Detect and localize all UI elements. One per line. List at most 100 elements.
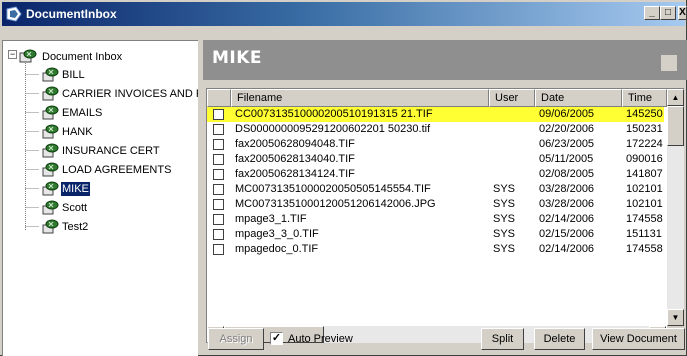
cell-filename: CC007313510000200510191315 21.TIF xyxy=(235,108,433,120)
folder-node-icon xyxy=(42,86,59,101)
cell-time: 150231 xyxy=(626,123,663,135)
folder-node-icon xyxy=(42,67,59,82)
tree-item-label: CARRIER INVOICES AND FREIGHT xyxy=(62,88,198,100)
folder-node-icon xyxy=(42,200,59,215)
cell-user: SYS xyxy=(493,243,516,255)
scroll-up-button[interactable]: ▲ xyxy=(667,89,684,106)
cell-date: 03/28/2006 xyxy=(539,198,595,210)
vertical-scrollbar[interactable]: ▲ ▼ xyxy=(667,89,684,326)
minimize-button[interactable]: _ xyxy=(644,6,660,20)
tree-item-label: HANK xyxy=(62,126,93,138)
row-checkbox[interactable] xyxy=(213,154,224,165)
cell-filename: fax20050628134040.TIF xyxy=(235,153,355,165)
window-title: DocumentInbox xyxy=(26,7,117,21)
auto-preview-checkbox[interactable]: ✓ xyxy=(270,332,283,345)
row-checkbox[interactable] xyxy=(213,139,224,150)
column-header-filename[interactable]: Filename xyxy=(231,89,489,107)
cell-time: 174558 xyxy=(626,243,663,255)
cell-time: 141807 xyxy=(626,168,663,180)
folder-tree[interactable]: − Document Inbox BILL CARRIER INVOICES A… xyxy=(2,40,198,356)
cell-time: 090016 xyxy=(626,153,663,165)
cell-filename: mpage3_1.TIF xyxy=(235,213,307,225)
tree-item-label: MIKE xyxy=(61,182,90,196)
file-row[interactable]: fax20050628094048.TIF 06/23/2005 172224 xyxy=(207,137,664,152)
row-checkbox[interactable] xyxy=(213,109,224,120)
cell-time: 145250 xyxy=(626,108,663,120)
cell-date: 09/06/2005 xyxy=(539,108,595,120)
column-header-time[interactable]: Time xyxy=(622,89,667,107)
row-checkbox[interactable] xyxy=(213,244,224,255)
auto-preview-label: Auto Preview xyxy=(288,333,353,345)
folder-node-icon xyxy=(42,219,59,234)
row-checkbox[interactable] xyxy=(213,124,224,135)
cell-time: 151131 xyxy=(626,228,662,240)
tree-item-label: Test2 xyxy=(62,221,89,233)
split-button[interactable]: Split xyxy=(481,328,524,350)
cell-filename: MC00731351000120051206142006.JPG xyxy=(235,198,436,210)
file-row[interactable]: mpage3_1.TIF SYS 02/14/2006 174558 xyxy=(207,212,664,227)
cell-date: 03/28/2006 xyxy=(539,183,595,195)
file-row[interactable]: mpagedoc_0.TIF SYS 02/14/2006 174558 xyxy=(207,242,664,257)
file-row[interactable]: DS0000000095291200602201 50230.tif 02/20/… xyxy=(207,122,664,137)
cell-date: 02/08/2005 xyxy=(539,168,595,180)
cell-date: 02/14/2006 xyxy=(539,243,595,255)
row-checkbox[interactable] xyxy=(213,229,224,240)
tree-item-label: BILL xyxy=(62,69,85,81)
cell-time: 102101 xyxy=(626,198,663,210)
cell-filename: mpage3_3_0.TIF xyxy=(235,228,319,240)
file-row[interactable]: fax20050628134040.TIF 05/11/2005 090016 xyxy=(207,152,664,167)
column-header-check[interactable] xyxy=(207,89,231,107)
vertical-scroll-thumb[interactable] xyxy=(667,106,684,146)
tree-item-label: Scott xyxy=(62,202,88,214)
cell-user: SYS xyxy=(493,228,516,240)
row-checkbox[interactable] xyxy=(213,169,224,180)
tree-item-label: EMAILS xyxy=(62,107,103,119)
title-bar[interactable]: DocumentInbox _ □ X xyxy=(2,2,687,26)
file-row[interactable]: MC00731351000120051206142006.JPG SYS 03/28… xyxy=(207,197,664,212)
folder-node-icon xyxy=(42,105,59,120)
row-checkbox[interactable] xyxy=(213,184,224,195)
cell-filename: MC00731351000020050505145554.TIF xyxy=(235,183,431,195)
file-row[interactable]: mpage3_3_0.TIF SYS 02/15/2006 151131 xyxy=(207,227,664,242)
row-checkbox[interactable] xyxy=(213,199,224,210)
column-header-date[interactable]: Date xyxy=(535,89,622,107)
document-inbox-window: DocumentInbox _ □ X − Document Inbox BIL… xyxy=(0,0,687,356)
app-icon xyxy=(6,6,22,22)
cell-date: 02/14/2006 xyxy=(539,213,595,225)
inbox-node-icon xyxy=(19,49,37,63)
assign-button[interactable]: Assign xyxy=(208,328,264,350)
header-square-icon xyxy=(661,55,677,71)
tree-root-label: Document Inbox xyxy=(42,51,123,63)
cell-date: 02/20/2006 xyxy=(539,123,595,135)
folder-node-icon xyxy=(42,124,59,139)
row-checkbox[interactable] xyxy=(213,214,224,225)
cell-time: 102101 xyxy=(626,183,663,195)
tree-collapse-toggle[interactable]: − xyxy=(8,50,17,59)
cell-filename: mpagedoc_0.TIF xyxy=(235,243,319,255)
maximize-button[interactable]: □ xyxy=(660,6,676,20)
close-button[interactable]: X xyxy=(678,6,687,20)
inbox-content-panel: MIKE Filename User Date Time CC007313510… xyxy=(203,40,687,356)
view-document-button[interactable]: View Document xyxy=(592,328,685,350)
cell-filename: fax20050628134124.TIF xyxy=(235,168,355,180)
file-list[interactable]: Filename User Date Time CC00731351000020… xyxy=(206,88,684,343)
cell-filename: DS0000000095291200602201 50230.tif xyxy=(235,123,431,135)
folder-node-icon xyxy=(42,162,59,177)
folder-title: MIKE xyxy=(212,48,263,68)
folder-node-icon xyxy=(42,181,59,196)
cell-user: SYS xyxy=(493,198,516,210)
file-row[interactable]: fax20050628134124.TIF 02/08/2005 141807 xyxy=(207,167,664,182)
column-header-user[interactable]: User xyxy=(489,89,535,107)
file-row[interactable]: CC007313510000200510191315 21.TIF 09/06/2… xyxy=(207,107,664,122)
cell-filename: fax20050628094048.TIF xyxy=(235,138,355,150)
delete-button[interactable]: Delete xyxy=(534,328,585,350)
scroll-down-button[interactable]: ▼ xyxy=(667,309,684,326)
folder-node-icon xyxy=(42,143,59,158)
cell-time: 172224 xyxy=(626,138,663,150)
tree-item-label: INSURANCE CERT xyxy=(62,145,160,157)
file-row[interactable]: MC00731351000020050505145554.TIF SYS 03/28… xyxy=(207,182,664,197)
cell-date: 06/23/2005 xyxy=(539,138,595,150)
cell-date: 05/11/2005 xyxy=(539,153,594,165)
cell-user: SYS xyxy=(493,183,516,195)
cell-date: 02/15/2006 xyxy=(539,228,595,240)
